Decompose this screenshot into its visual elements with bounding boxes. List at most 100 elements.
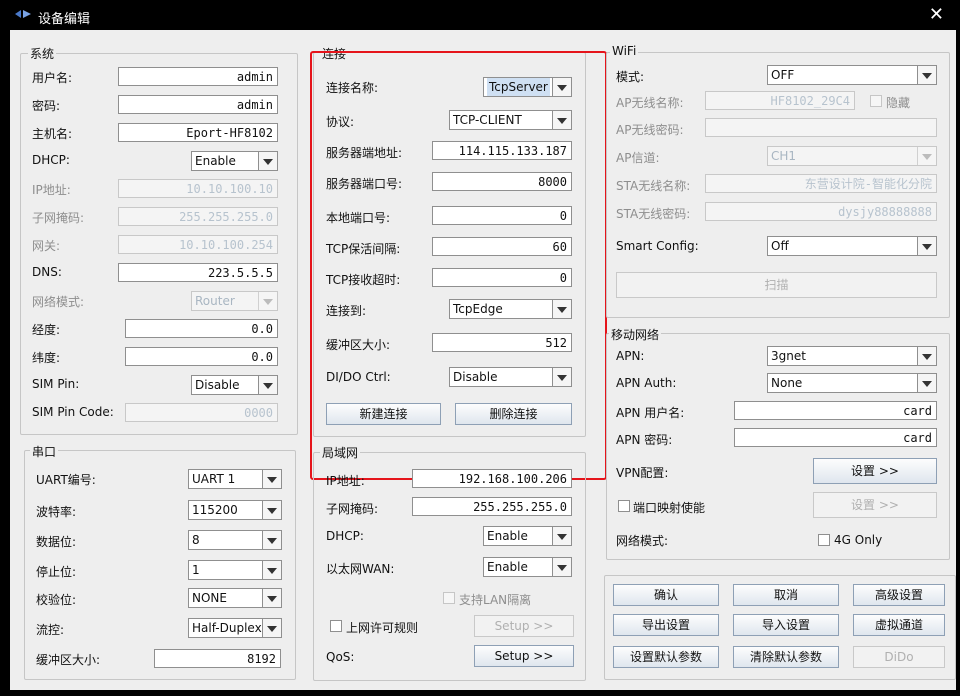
hostname-field[interactable]: Eport-HF8102 [118,123,278,142]
smart-config-select[interactable]: Off [767,236,937,256]
stopbits-select[interactable]: 1 [188,560,282,580]
clear-default-button[interactable]: 清除默认参数 [733,646,839,668]
wifi-mode-value: OFF [771,68,795,82]
parity-select[interactable]: NONE [188,588,282,608]
import-settings-button[interactable]: 导入设置 [733,614,839,636]
dhcp-select[interactable]: Enable [191,151,278,171]
chevron-down-icon [258,292,277,310]
dhcp-value: Enable [195,154,236,168]
apn-auth-value: None [771,376,803,390]
password-field[interactable]: admin [118,95,278,114]
ip-label: IP地址: [32,183,71,197]
ap-channel-select[interactable]: CH1 [767,146,937,166]
apn-pwd-label: APN 密码: [616,433,673,447]
chevron-down-icon [917,374,936,392]
hide-ssid-checkbox[interactable] [870,95,882,107]
chevron-down-icon [262,589,281,607]
longitude-field[interactable]: 0.0 [125,319,278,338]
ap-ssid-field[interactable]: HF8102_29C4 [705,91,855,110]
lan-isolate-label: 支持LAN隔离 [459,593,532,607]
close-icon[interactable]: ✕ [929,4,944,25]
qos-label: QoS: [326,650,355,664]
stopbits-value: 1 [192,563,200,577]
mask-field[interactable]: 255.255.255.0 [118,207,278,226]
red-highlight-box [310,51,607,480]
sta-ssid-label: STA无线名称: [616,179,691,193]
simcode-label: SIM Pin Code: [32,405,114,419]
lan-dhcp-select[interactable]: Enable [483,526,572,546]
longitude-label: 经度: [32,323,61,337]
ap-channel-label: AP信道: [616,151,660,165]
wifi-group-title: WiFi [610,44,639,58]
username-field[interactable]: admin [118,67,278,86]
apn-pwd-field[interactable]: card [734,428,937,447]
password-label: 密码: [32,99,61,113]
simcode-field[interactable]: 0000 [125,403,278,422]
confirm-button[interactable]: 确认 [613,584,719,606]
access-rule-checkbox[interactable] [330,620,342,632]
lan-mask-field[interactable]: 255.255.255.0 [412,497,572,516]
ap-pwd-field[interactable] [705,118,937,137]
chevron-down-icon [917,347,936,365]
simpin-label: SIM Pin: [32,377,80,391]
set-default-button[interactable]: 设置默认参数 [613,646,719,668]
ap-channel-value: CH1 [771,149,797,163]
simpin-select[interactable]: Disable [191,375,278,395]
dns-label: DNS: [32,265,62,279]
databits-select[interactable]: 8 [188,530,282,550]
lan-ip-field[interactable]: 192.168.100.206 [412,469,572,488]
advanced-settings-button[interactable]: 高级设置 [853,584,945,606]
qos-setup-button[interactable]: Setup >> [474,645,574,667]
baud-select[interactable]: 115200 [188,500,282,520]
access-rule-setup-button[interactable]: Setup >> [474,615,574,637]
sta-ssid-field[interactable]: 东营设计院-智能化分院 [705,174,937,193]
export-settings-button[interactable]: 导出设置 [613,614,719,636]
latitude-field[interactable]: 0.0 [125,347,278,366]
netmode-select[interactable]: Router [191,291,278,311]
lan-isolate-checkbox[interactable] [443,592,455,604]
parity-value: NONE [192,591,227,605]
apn-label: APN: [616,349,645,363]
wifi-mode-select[interactable]: OFF [767,65,937,85]
wan-select[interactable]: Enable [483,557,572,577]
vpn-setup-button[interactable]: 设置 >> [813,458,937,484]
dido-button[interactable]: DiDo [853,646,945,668]
virtual-channel-button[interactable]: 虚拟通道 [853,614,945,636]
lan-mask-label: 子网掩码: [326,502,379,516]
uart-select[interactable]: UART 1 [188,469,282,489]
flow-select[interactable]: Half-Duplex [188,618,282,638]
ap-pwd-label: AP无线密码: [616,123,684,137]
latitude-label: 纬度: [32,351,61,365]
apn-user-field[interactable]: card [734,401,937,420]
ip-field[interactable]: 10.10.100.10 [118,179,278,198]
mask-label: 子网掩码: [32,211,85,225]
chevron-down-icon [917,147,936,165]
port-mapping-setup-button[interactable]: 设置 >> [813,492,937,518]
apn-select[interactable]: 3gnet [767,346,937,366]
dns-field[interactable]: 223.5.5.5 [118,263,278,282]
chevron-down-icon [262,619,281,637]
serial-buf-field[interactable]: 8192 [154,649,281,668]
mobile-group-title: 移动网络 [609,326,662,343]
apn-auth-select[interactable]: None [767,373,937,393]
port-mapping-checkbox[interactable] [618,500,630,512]
serial-group-title: 串口 [30,443,59,460]
sta-pwd-field[interactable]: dysjy88888888 [705,202,937,221]
chevron-down-icon [917,237,936,255]
chevron-down-icon [258,152,277,170]
lan-group-title: 局域网 [320,444,361,461]
wifi-mode-label: 模式: [616,70,645,84]
flow-label: 流控: [36,623,65,637]
chevron-down-icon [262,531,281,549]
chevron-down-icon [262,561,281,579]
baud-label: 波特率: [36,505,77,519]
serial-buf-label: 缓冲区大小: [36,653,101,667]
cancel-button[interactable]: 取消 [733,584,839,606]
apn-user-label: APN 用户名: [616,406,685,420]
netmode-label: 网络模式: [32,295,85,309]
scan-button[interactable]: 扫描 [616,272,937,298]
only-4g-checkbox[interactable] [818,534,830,546]
chevron-down-icon [262,501,281,519]
gateway-label: 网关: [32,239,61,253]
gateway-field[interactable]: 10.10.100.254 [118,235,278,254]
